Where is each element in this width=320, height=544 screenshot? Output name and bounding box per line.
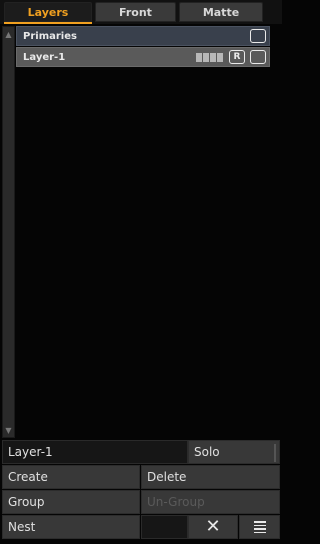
nest-button[interactable]: Nest bbox=[2, 515, 140, 539]
layer-list-scrollbar[interactable]: ▲ ▼ bbox=[2, 26, 15, 438]
triangle-down-icon[interactable]: ▼ bbox=[3, 423, 14, 437]
channel-swatches-icon bbox=[196, 53, 223, 62]
solo-button[interactable]: Solo bbox=[188, 440, 280, 464]
close-button[interactable]: ✕ bbox=[188, 515, 238, 539]
current-layer-field[interactable]: Layer-1 bbox=[2, 440, 188, 464]
ungroup-button[interactable]: Un-Group bbox=[141, 490, 280, 514]
group-button[interactable]: Group bbox=[2, 490, 140, 514]
active-tab-indicator bbox=[4, 22, 92, 24]
tab-bar: Layers Front Matte bbox=[0, 0, 282, 24]
menu-button[interactable] bbox=[239, 515, 280, 539]
solo-label: Solo bbox=[194, 445, 220, 459]
layer-row[interactable]: Layer-1 R bbox=[16, 47, 270, 67]
layer-label: Layer-1 bbox=[23, 51, 66, 63]
close-icon: ✕ bbox=[205, 516, 221, 537]
triangle-up-icon[interactable]: ▲ bbox=[3, 27, 14, 41]
tab-matte[interactable]: Matte bbox=[179, 2, 263, 22]
r-badge-button[interactable]: R bbox=[229, 50, 245, 64]
empty-cell bbox=[141, 515, 188, 539]
layer-toggle-icon[interactable] bbox=[250, 50, 266, 64]
primaries-label: Primaries bbox=[23, 30, 77, 42]
tab-front[interactable]: Front bbox=[95, 2, 176, 22]
delete-button[interactable]: Delete bbox=[141, 465, 280, 489]
create-button[interactable]: Create bbox=[2, 465, 140, 489]
solo-edge bbox=[274, 444, 276, 462]
primaries-toggle-icon[interactable] bbox=[250, 29, 266, 43]
menu-icon bbox=[253, 521, 266, 533]
layer-controls: Layer-1 Solo Create Delete Group Un-Grou… bbox=[2, 440, 280, 542]
layer-list: Primaries Layer-1 R bbox=[16, 26, 270, 68]
primaries-row[interactable]: Primaries bbox=[16, 26, 270, 46]
tab-layers[interactable]: Layers bbox=[4, 2, 92, 22]
